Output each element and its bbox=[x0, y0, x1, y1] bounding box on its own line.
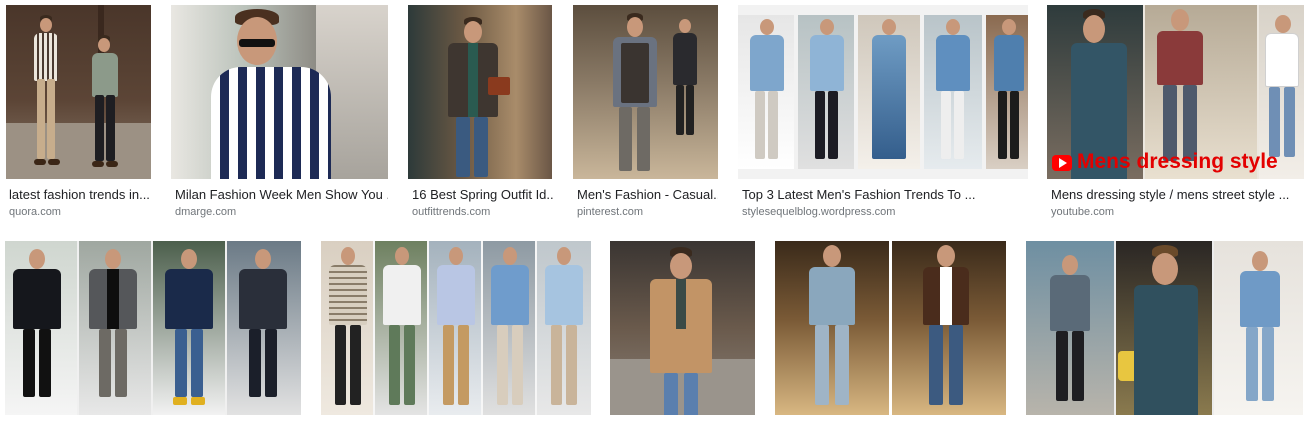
result-source: quora.com bbox=[9, 206, 61, 218]
result-title[interactable]: Milan Fashion Week Men Show You ... bbox=[175, 187, 388, 203]
image-result-1[interactable]: latest fashion trends in... quora.com bbox=[6, 5, 152, 220]
image-result-3[interactable]: 16 Best Spring Outfit Id... outfittrends… bbox=[408, 5, 553, 220]
result-thumbnail[interactable] bbox=[775, 241, 1006, 415]
image-result-6[interactable]: Mens dressing style Mens dressing style … bbox=[1047, 5, 1304, 220]
result-thumbnail[interactable] bbox=[1026, 241, 1303, 415]
result-source: dmarge.com bbox=[175, 206, 237, 218]
result-title[interactable]: Men's Fashion - Casual... bbox=[577, 187, 718, 203]
image-result-5[interactable]: Top 3 Latest Men's Fashion Trends To ...… bbox=[738, 5, 1028, 220]
image-result-11[interactable] bbox=[1026, 241, 1304, 417]
result-thumbnail[interactable] bbox=[408, 5, 552, 179]
result-thumbnail[interactable]: Mens dressing style bbox=[1047, 5, 1304, 179]
result-thumbnail[interactable] bbox=[5, 241, 301, 415]
image-result-7[interactable] bbox=[5, 241, 301, 417]
result-thumbnail[interactable] bbox=[610, 241, 755, 415]
result-thumbnail[interactable] bbox=[573, 5, 718, 179]
result-thumbnail[interactable] bbox=[321, 241, 591, 415]
result-thumbnail[interactable] bbox=[738, 5, 1028, 179]
play-icon bbox=[1052, 155, 1072, 171]
result-source: stylesequelblog.wordpress.com bbox=[742, 206, 896, 218]
result-source: youtube.com bbox=[1051, 206, 1114, 218]
image-result-4[interactable]: Men's Fashion - Casual... pinterest.com bbox=[573, 5, 718, 220]
result-title[interactable]: 16 Best Spring Outfit Id... bbox=[412, 187, 553, 203]
image-result-2[interactable]: Milan Fashion Week Men Show You ... dmar… bbox=[171, 5, 388, 220]
result-title[interactable]: Mens dressing style / mens street style … bbox=[1051, 187, 1304, 203]
video-title-overlay: Mens dressing style bbox=[1077, 150, 1278, 173]
result-title[interactable]: latest fashion trends in... bbox=[9, 187, 152, 203]
result-title[interactable]: Top 3 Latest Men's Fashion Trends To ... bbox=[742, 187, 1028, 203]
image-result-8[interactable] bbox=[321, 241, 591, 417]
result-source: outfittrends.com bbox=[412, 206, 491, 218]
result-thumbnail[interactable] bbox=[171, 5, 388, 179]
result-source: pinterest.com bbox=[577, 206, 644, 218]
result-thumbnail[interactable] bbox=[6, 5, 151, 179]
image-result-10[interactable] bbox=[775, 241, 1007, 417]
image-result-9[interactable] bbox=[610, 241, 756, 417]
